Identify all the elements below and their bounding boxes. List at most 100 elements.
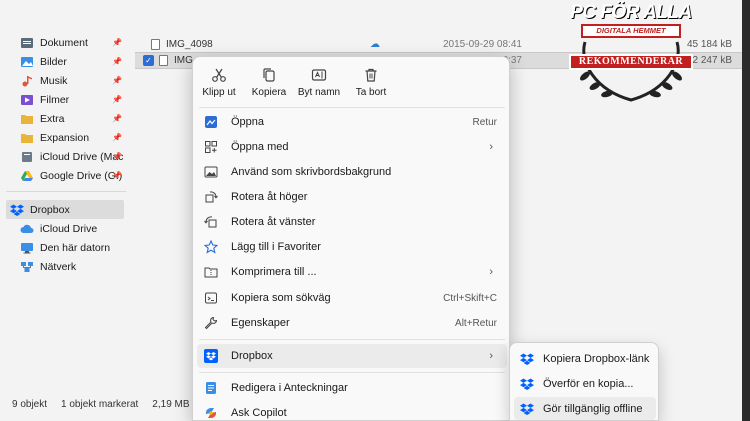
menu-item-properties[interactable]: Egenskaper Alt+Retur [197,311,507,335]
menu-item-rotate-left[interactable]: Rotera åt vänster [197,210,507,234]
pin-icon: 📌 [112,95,122,104]
rename-button[interactable]: Byt namn [293,61,345,105]
icloud-drive-icon [22,151,32,162]
rotate-right-icon [203,189,219,205]
menu-item-compress[interactable]: Komprimera till ... › [197,260,507,284]
chevron-right-icon: › [489,266,493,278]
sidebar-item-label: Musik [40,74,68,87]
menu-divider [199,372,505,373]
submenu-item-label: Överför en kopia... [543,377,634,390]
sidebar-item-label: Google Drive (G:) [40,169,123,182]
menu-item-rotate-right[interactable]: Rotera åt höger [197,185,507,209]
menu-item-label: Lägg till i Favoriter [231,241,321,253]
menu-item-label: Rotera åt vänster [231,216,316,228]
submenu-item-copy-dropbox-link[interactable]: Kopiera Dropbox-länk [514,347,656,370]
copy-icon [259,65,279,85]
menu-item-shortcut: Retur [472,116,497,128]
dropbox-icon [203,348,219,364]
sidebar-item-label: Nätverk [40,260,77,273]
window-edge [742,0,750,421]
image-file-icon [159,55,168,66]
sidebar-item-label: Bilder [40,55,67,68]
videos-icon [21,94,33,105]
network-icon [21,261,33,272]
folder-icon [21,133,33,143]
menu-item-open[interactable]: Öppna Retur [197,110,507,134]
this-pc-icon [21,242,33,253]
documents-icon [21,37,33,48]
sidebar-item-extra[interactable]: Extra 📌 [6,109,126,128]
sidebar-item-icloud-mac[interactable]: iCloud Drive (Mac 📌 [6,147,126,166]
status-selected: 1 objekt markerat [61,399,139,410]
menu-item-set-wallpaper[interactable]: Använd som skrivbordsbakgrund [197,160,507,184]
cut-button[interactable]: Klipp ut [193,61,245,105]
file-name: IMG_4098 [166,39,213,50]
menu-item-label: Redigera i Anteckningar [231,382,348,394]
badge-banner: REKOMMENDERAR [569,54,693,70]
rename-label: Byt namn [297,87,341,98]
submenu-item-make-offline[interactable]: Gör tillgänglig offline [514,397,656,420]
submenu-item-transfer-copy[interactable]: Överför en kopia... [514,372,656,395]
status-size: 2,19 MB [152,399,190,410]
dropbox-icon [10,204,24,216]
menu-item-ask-copilot[interactable]: Ask Copilot [197,401,507,421]
sidebar-item-label: Dokument [40,36,88,49]
sidebar-item-label: Dropbox [30,203,70,216]
menu-item-label: Komprimera till ... [231,266,317,278]
rename-icon [309,65,329,85]
sidebar-item-documents[interactable]: Dokument 📌 [6,33,126,52]
sidebar-item-dropbox[interactable]: Dropbox [6,200,124,219]
sidebar-item-pictures[interactable]: Bilder 📌 [6,52,126,71]
sidebar-item-this-pc[interactable]: Den här datorn [6,238,126,257]
image-file-icon [151,39,160,50]
menu-item-open-with[interactable]: Öppna med › [197,135,507,159]
pc-for-alla-badge: PC FÖR ALLA DIGITALA HEMMET REKOMMENDERA… [565,2,697,104]
pin-icon: 📌 [112,76,122,85]
delete-icon [361,65,381,85]
row-checkbox[interactable]: ✓ [143,55,154,66]
menu-divider [199,339,505,340]
dropbox-icon [520,378,534,390]
pictures-icon [21,56,33,67]
cut-label: Klipp ut [202,87,236,98]
sidebar-item-network[interactable]: Nätverk [6,257,126,276]
badge-title: PC FÖR ALLA [570,2,692,23]
dropbox-icon [520,353,534,365]
sidebar-item-google-drive[interactable]: Google Drive (G:) 📌 [6,166,126,185]
sidebar-item-label: Extra [40,112,65,125]
menu-item-label: Kopiera som sökväg [231,292,331,304]
dropbox-icon [520,403,534,415]
menu-item-edit-notepad[interactable]: Redigera i Anteckningar [197,376,507,400]
icloud-icon [20,224,34,233]
chevron-right-icon: › [489,141,493,153]
badge-subtitle: DIGITALA HEMMET [581,24,681,38]
google-drive-icon [21,170,33,181]
menu-item-copy-as-path[interactable]: Kopiera som sökväg Ctrl+Skift+C [197,286,507,310]
sidebar-item-music[interactable]: Musik 📌 [6,71,126,90]
menu-item-label: Öppna [231,116,265,128]
sidebar-item-label: Filmer [40,93,70,106]
menu-item-shortcut: Alt+Retur [455,317,497,329]
copy-button[interactable]: Kopiera [243,61,295,105]
submenu-item-label: Gör tillgänglig offline [543,402,643,415]
menu-item-dropbox[interactable]: Dropbox › [197,344,507,368]
status-bar: 9 objekt 1 objekt markerat 2,19 MB [12,399,190,410]
notepad-icon [203,380,219,396]
open-icon [203,114,219,130]
sidebar-item-label: Den här datorn [40,241,111,254]
sidebar-item-label: iCloud Drive (Mac [40,150,124,163]
menu-item-label: Dropbox [231,350,273,362]
menu-item-label: Öppna med [231,141,289,153]
menu-item-add-favorites[interactable]: Lägg till i Favoriter [197,235,507,259]
sidebar-item-expansion[interactable]: Expansion 📌 [6,128,126,147]
delete-button[interactable]: Ta bort [345,61,397,105]
properties-icon [203,315,219,331]
rotate-left-icon [203,214,219,230]
sidebar-item-videos[interactable]: Filmer 📌 [6,90,126,109]
pin-icon: 📌 [112,114,122,123]
delete-label: Ta bort [355,87,387,98]
cloud-status-icon: ☁ [370,39,380,50]
file-size: 2 247 kB [692,55,732,66]
menu-item-label: Ask Copilot [231,407,287,419]
sidebar-item-icloud[interactable]: iCloud Drive [6,219,126,238]
